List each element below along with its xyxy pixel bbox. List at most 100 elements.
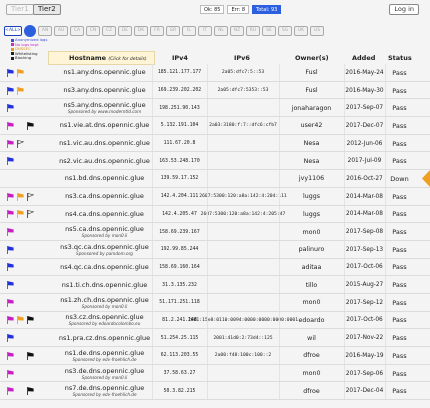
filter-cz[interactable]: CZ bbox=[102, 25, 116, 36]
hostname-cell[interactable]: ns3.any.dns.opennic.glue bbox=[48, 82, 161, 100]
filter-cn[interactable]: CN bbox=[86, 25, 100, 36]
hostname-link[interactable]: ns1.vie.at.dns.opennic.glue bbox=[60, 122, 150, 129]
hostname-link[interactable]: ns5.ca.dns.opennic.glue bbox=[65, 226, 144, 233]
column-divider bbox=[152, 258, 153, 276]
column-divider bbox=[385, 99, 386, 117]
column-divider bbox=[279, 117, 280, 134]
ipv6-cell bbox=[207, 241, 279, 259]
filter-fr[interactable]: FR bbox=[150, 25, 164, 36]
hostname-cell[interactable]: ns1.zh.ch.dns.opennic.glue Sponsored by m… bbox=[48, 294, 161, 312]
filter-se[interactable]: SE bbox=[262, 25, 276, 36]
hostname-cell[interactable]: ns1.ti.ch.dns.opennic.glue bbox=[48, 276, 161, 294]
filter-us[interactable]: US bbox=[310, 25, 324, 36]
login-button[interactable]: Log in bbox=[389, 4, 419, 15]
hostname-link[interactable]: ns3.cz.dns.opennic.glue bbox=[65, 314, 143, 321]
hostname-cell[interactable]: ns1.any.dns.opennic.glue bbox=[48, 64, 161, 82]
hostname-link[interactable]: ns1.de.dns.opennic.glue bbox=[65, 349, 144, 357]
hostname-link[interactable]: ns1.vic.au.dns.opennic.glue bbox=[59, 140, 150, 147]
hostname-link[interactable]: ns3.qc.ca.dns.opennic.glue bbox=[60, 243, 149, 251]
hostname-link[interactable]: ns7.de.dns.opennic.glue bbox=[65, 385, 144, 392]
table-row: ns2.vic.au.dns.opennic.glue 163.53.248.17… bbox=[0, 152, 430, 171]
filter-il[interactable]: IL bbox=[182, 25, 196, 36]
ipv4-cell-text: 5.132.191.104 bbox=[160, 123, 199, 129]
hostname-cell[interactable]: ns3.qc.ca.dns.opennic.glue Sponsored by p… bbox=[48, 241, 161, 259]
status-cell-text: Pass bbox=[392, 298, 407, 307]
hostname-link[interactable]: ns3.de.dns.opennic.glue bbox=[65, 367, 144, 375]
hostname-link[interactable]: ns4.qc.ca.dns.opennic.glue bbox=[60, 263, 149, 271]
column-divider bbox=[207, 99, 208, 117]
added-cell: 2016-May-30 bbox=[344, 82, 385, 100]
hostname-link[interactable]: ns3.ca.dns.opennic.glue bbox=[65, 193, 144, 200]
hostname-link[interactable]: ns1.pra.cz.dns.opennic.glue bbox=[59, 334, 150, 342]
ipv6-cell-text: 2a05:dfc7:5::53 bbox=[221, 70, 265, 76]
hostname-cell[interactable]: ns1.vic.au.dns.opennic.glue bbox=[48, 135, 161, 153]
filter-nz[interactable]: NZ bbox=[230, 25, 244, 36]
added-cell-text: 2017-Oct-06 bbox=[346, 317, 383, 324]
added-cell-text: 2017-Nov-22 bbox=[345, 335, 384, 342]
hostname-cell[interactable]: ns4.qc.ca.dns.opennic.glue bbox=[48, 259, 161, 277]
tab-tier2[interactable]: Tier2 bbox=[33, 4, 61, 15]
filter-sg[interactable]: SG bbox=[278, 25, 292, 36]
tab-tier1[interactable]: Tier1 bbox=[6, 4, 34, 15]
ipv6-filter-icon[interactable] bbox=[24, 24, 36, 37]
filter-ca[interactable]: CA bbox=[70, 25, 84, 36]
filter-dk[interactable]: DK bbox=[134, 25, 148, 36]
filter-nl[interactable]: NL bbox=[214, 25, 228, 36]
owner-cell: edoardo bbox=[279, 312, 344, 330]
filter-gr[interactable]: GR bbox=[166, 25, 180, 36]
ipv4-cell-text: 50.3.82.215 bbox=[163, 388, 196, 394]
column-divider bbox=[385, 187, 386, 205]
owner-cell: luggs bbox=[279, 188, 344, 206]
hostname-link[interactable]: ns1.zh.ch.dns.opennic.glue bbox=[60, 296, 149, 304]
status-cell-text: Pass bbox=[392, 245, 407, 254]
hostname-cell[interactable]: ns1.bd.dns.opennic.glue bbox=[48, 170, 161, 188]
status-counts: Ok: 85 Err: 8 Total: 93 bbox=[200, 5, 282, 14]
hostname-cell[interactable]: ns5.any.dns.opennic.glue Sponsored by www… bbox=[48, 99, 161, 117]
hostname-cell[interactable]: ns3.cz.dns.opennic.glue Sponsored by edoa… bbox=[48, 312, 161, 330]
hostname-cell[interactable]: ns3.ca.dns.opennic.glue bbox=[48, 188, 161, 206]
hostname-link[interactable]: ns1.any.dns.opennic.glue bbox=[63, 69, 145, 76]
filter-de[interactable]: DE bbox=[118, 25, 132, 36]
hostname-cell[interactable]: ns1.de.dns.opennic.glue Sponsored by edv-… bbox=[48, 347, 161, 365]
ipv6-cell: 2607:5300:120:a8a:142:4:204:111 bbox=[199, 188, 287, 206]
hostname-cell[interactable]: ns3.de.dns.opennic.glue Sponsored by mon0… bbox=[48, 365, 161, 383]
hostname-link[interactable]: ns5.any.dns.opennic.glue bbox=[63, 102, 145, 109]
hostname-link[interactable]: ns2.vic.au.dns.opennic.glue bbox=[59, 157, 150, 165]
ipv6-cell-text: 2a03:3180:f:7::dfc6:cfb7 bbox=[209, 123, 277, 129]
column-divider bbox=[344, 311, 345, 329]
column-divider bbox=[152, 311, 153, 329]
filter-all[interactable]: <ALL> bbox=[4, 25, 22, 36]
filter-uk[interactable]: UK bbox=[294, 25, 308, 36]
hostname-link[interactable]: ns3.any.dns.opennic.glue bbox=[63, 87, 145, 94]
owner-cell-text: user42 bbox=[300, 122, 323, 130]
hostname-link[interactable]: ns1.bd.dns.opennic.glue bbox=[65, 175, 145, 182]
hostname-cell[interactable]: ns7.de.dns.opennic.glue Sponsored by edv-… bbox=[48, 382, 161, 400]
column-divider bbox=[152, 64, 153, 81]
added-cell: 2017-Dec-07 bbox=[344, 117, 385, 135]
hostname-cell[interactable]: ns5.ca.dns.opennic.glue Sponsored by mon0… bbox=[48, 223, 161, 241]
magenta-flag-icon bbox=[7, 369, 14, 378]
column-divider bbox=[279, 329, 280, 346]
hostname-cell[interactable]: ns1.pra.cz.dns.opennic.glue bbox=[48, 329, 161, 347]
hostname-link[interactable]: ns4.ca.dns.opennic.glue bbox=[65, 210, 144, 218]
column-divider bbox=[344, 187, 345, 205]
status-cell: Down bbox=[385, 170, 414, 188]
table-row: ns4.qc.ca.dns.opennic.glue 158.69.160.164… bbox=[0, 258, 430, 277]
white-flag-icon bbox=[27, 210, 34, 219]
owner-cell: jvy1106 bbox=[279, 170, 344, 188]
hostname-header[interactable]: Hostname (Click for details) bbox=[69, 52, 147, 64]
filter-it[interactable]: IT bbox=[198, 25, 212, 36]
column-divider bbox=[207, 205, 208, 223]
table-row: ns4.ca.dns.opennic.glue 142.4.205.47 2607:… bbox=[0, 205, 430, 224]
owner-cell-text: luggs bbox=[302, 210, 320, 218]
hostname-link[interactable]: ns1.ti.ch.dns.opennic.glue bbox=[62, 281, 147, 289]
hostname-cell[interactable]: ns1.vie.at.dns.opennic.glue bbox=[48, 117, 161, 135]
filter-au[interactable]: AU bbox=[54, 25, 68, 36]
table-row: ns1.de.dns.opennic.glue Sponsored by edv-… bbox=[0, 347, 430, 365]
hostname-cell[interactable]: ns4.ca.dns.opennic.glue bbox=[48, 206, 161, 224]
ipv6-cell bbox=[207, 365, 279, 383]
hostname-cell[interactable]: ns2.vic.au.dns.opennic.glue bbox=[48, 152, 161, 170]
column-divider bbox=[344, 64, 345, 81]
filter-an[interactable]: AN bbox=[38, 25, 52, 36]
filter-ru[interactable]: RU bbox=[246, 25, 260, 36]
